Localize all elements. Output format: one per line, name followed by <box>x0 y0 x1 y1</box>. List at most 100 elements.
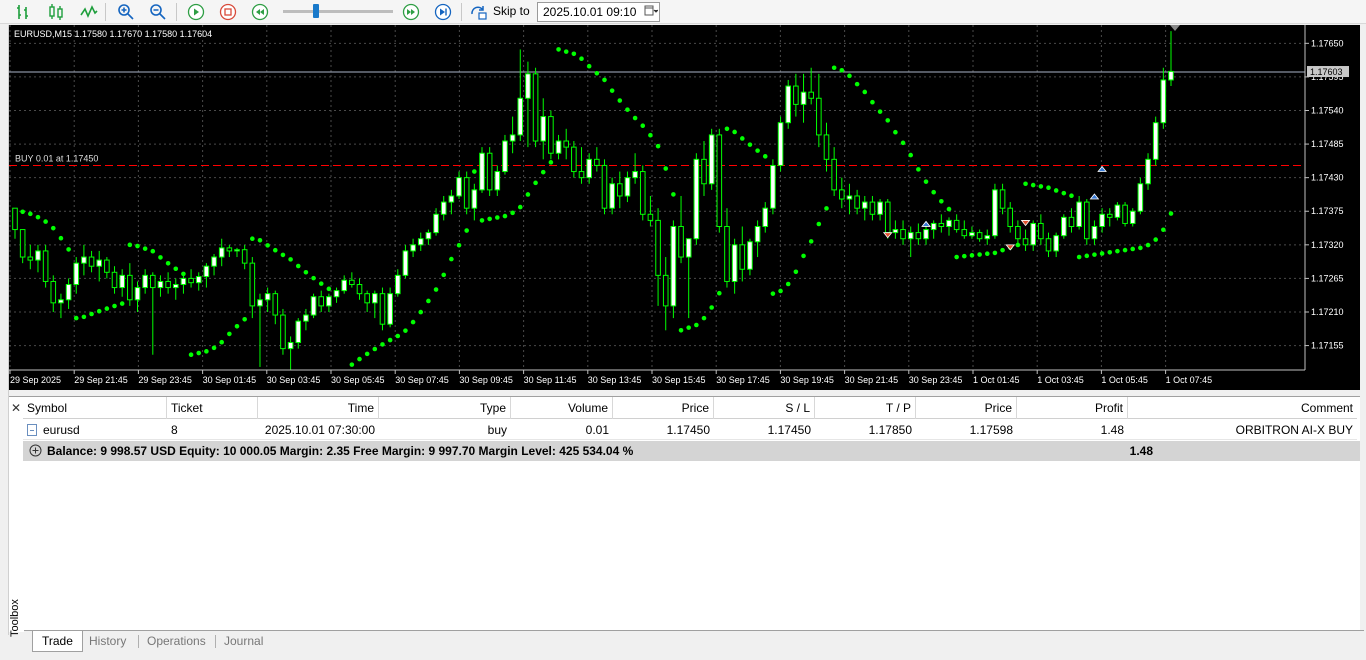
col-sl[interactable]: S / L <box>714 397 815 419</box>
candle <box>1099 208 1105 233</box>
candle-body <box>463 177 470 209</box>
sar-dot <box>1038 184 1044 189</box>
speed-slider-track[interactable] <box>283 10 393 13</box>
candle-body <box>433 213 439 234</box>
skip-to-icon[interactable] <box>469 2 489 22</box>
candle <box>525 61 531 148</box>
skip-date-input[interactable]: 2025.10.01 09:10 <box>537 2 660 22</box>
col-price[interactable]: Price <box>613 397 714 419</box>
skip-end-icon[interactable] <box>433 2 453 22</box>
candle <box>678 195 684 264</box>
candle <box>42 244 49 288</box>
chart-canvas[interactable]: BUY 0.01 at 1.17450 1.176501.175951.1754… <box>9 25 1360 390</box>
sar-dot <box>755 148 760 153</box>
candle-body <box>662 274 669 307</box>
candle <box>81 244 87 276</box>
expand-icon[interactable] <box>29 444 42 457</box>
cell-sl[interactable]: 1.17450 <box>714 420 815 440</box>
y-tick-label: 1.17155 <box>1311 341 1344 351</box>
sar-dot <box>663 166 669 171</box>
candle-body <box>287 342 294 350</box>
bars-chart-icon[interactable] <box>14 2 34 22</box>
zoom-in-icon[interactable] <box>116 2 136 22</box>
candle-body <box>203 265 210 278</box>
order-line-group: BUY 0.01 at 1.17450 <box>9 153 1305 166</box>
col-volume[interactable]: Volume <box>511 397 613 419</box>
sar-dot <box>395 333 401 339</box>
candle <box>127 263 133 306</box>
sar-dot <box>778 288 783 294</box>
candle <box>1061 214 1067 239</box>
chart-shift-marker <box>1170 25 1180 31</box>
sar-dot <box>885 118 891 123</box>
candle <box>234 247 240 258</box>
candle-body <box>793 85 799 105</box>
col-time[interactable]: Time <box>258 397 379 419</box>
y-tick-label: 1.17375 <box>1311 206 1344 216</box>
candle-body <box>134 287 141 301</box>
col-type[interactable]: Type <box>379 397 511 419</box>
buy-marker-icon <box>1097 165 1107 172</box>
candle-body <box>172 284 179 289</box>
sar-dot <box>43 219 48 224</box>
candle <box>88 250 95 273</box>
candle <box>555 134 562 160</box>
sar-dot <box>1145 242 1151 248</box>
candle <box>402 244 409 279</box>
col-current-price[interactable]: Price <box>916 397 1017 419</box>
sar-dot <box>977 252 982 257</box>
candle <box>716 128 723 233</box>
sar-dot <box>119 301 125 306</box>
y-tick-label: 1.17540 <box>1311 105 1344 115</box>
col-comment[interactable]: Comment <box>1128 397 1357 419</box>
calendar-dropdown-icon[interactable] <box>644 3 659 19</box>
candle-body <box>410 244 416 252</box>
sar-dot <box>579 56 584 62</box>
tab-trade[interactable]: Trade <box>32 631 83 652</box>
stop-icon[interactable] <box>218 2 238 22</box>
skip-to-label[interactable]: Skip to <box>493 4 530 18</box>
close-icon[interactable]: ✕ <box>11 401 21 415</box>
toolbox-side-label[interactable]: Toolbox <box>0 540 24 640</box>
tab-journal[interactable]: Journal <box>215 631 272 652</box>
candle <box>73 257 80 294</box>
x-tick-label: 30 Sep 11:45 <box>524 375 577 385</box>
col-symbol[interactable]: Symbol <box>23 397 167 419</box>
sar-dot <box>242 316 247 322</box>
x-tick-label: 29 Sep 2025 <box>10 375 61 385</box>
candle-body <box>372 293 378 304</box>
candle-body <box>770 164 776 209</box>
toolbar: Skip to 2025.10.01 09:10 <box>0 0 1366 24</box>
line-chart-icon[interactable] <box>79 2 99 22</box>
col-profit[interactable]: Profit <box>1017 397 1128 419</box>
candles-chart-icon[interactable] <box>46 2 66 22</box>
sar-dot <box>495 215 500 220</box>
col-ticket[interactable]: Ticket <box>167 397 258 419</box>
speed-slider-thumb[interactable] <box>313 4 319 18</box>
price-chart[interactable]: BUY 0.01 at 1.17450 1.176501.175951.1754… <box>9 25 1360 390</box>
tab-operations[interactable]: Operations <box>138 631 215 652</box>
table-row[interactable]: eurusd 8 2025.10.01 07:30:00 buy 0.01 1.… <box>23 420 1357 440</box>
candle <box>984 229 991 245</box>
candle <box>846 183 853 215</box>
candle-body <box>800 91 807 105</box>
sar-dot <box>1061 190 1067 196</box>
cell-tp[interactable]: 1.17850 <box>815 420 916 440</box>
candle <box>823 122 830 172</box>
candle <box>12 207 18 239</box>
rewind-icon[interactable] <box>250 2 270 22</box>
sar-dot <box>135 243 140 249</box>
fast-forward-icon[interactable] <box>401 2 421 22</box>
candle-body <box>716 134 723 228</box>
tab-history[interactable]: History <box>80 631 135 652</box>
sar-dot <box>992 250 998 256</box>
candle <box>410 238 416 258</box>
zoom-out-icon[interactable] <box>148 2 168 22</box>
candle <box>563 128 570 160</box>
play-icon[interactable] <box>186 2 206 22</box>
candle <box>356 278 363 300</box>
summary-profit: 1.48 <box>1129 444 1153 458</box>
candle-body <box>349 279 355 286</box>
sar-dot <box>1030 182 1036 188</box>
col-tp[interactable]: T / P <box>815 397 916 419</box>
